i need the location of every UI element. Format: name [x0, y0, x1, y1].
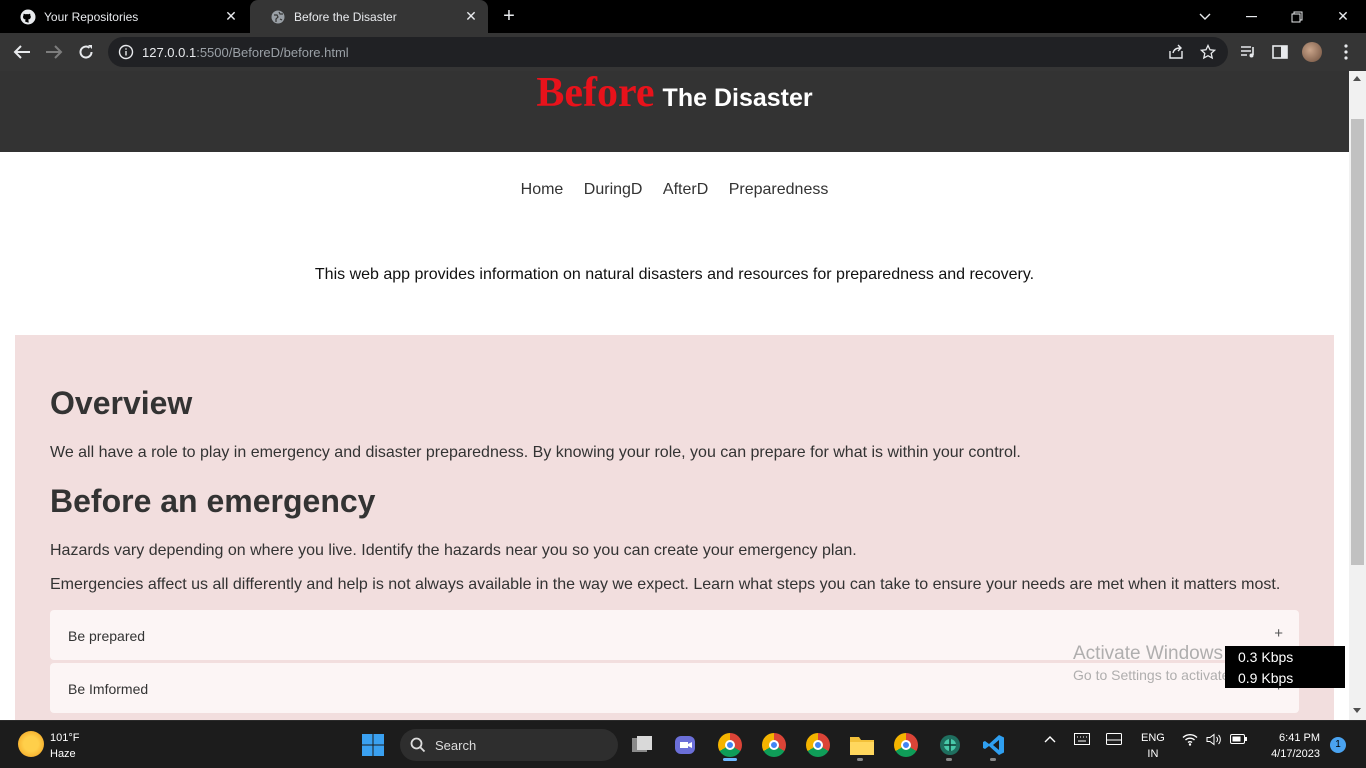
file-explorer-icon[interactable]	[846, 729, 878, 761]
running-indicator	[857, 758, 863, 761]
before-emergency-heading: Before an emergency	[50, 483, 376, 519]
address-bar[interactable]: 127.0.0.1:5500/BeforeD/before.html	[108, 37, 1228, 67]
tab-your-repositories[interactable]: Your Repositories ✕	[0, 0, 248, 33]
site-title: Before The Disaster	[0, 71, 1349, 117]
browser-toolbar: 127.0.0.1:5500/BeforeD/before.html	[0, 33, 1366, 71]
taskbar-search[interactable]: Search	[400, 729, 618, 761]
weather-condition: Haze	[50, 748, 76, 760]
close-tab-icon[interactable]: ✕	[464, 9, 478, 23]
display-icon[interactable]	[1106, 733, 1122, 748]
upload-speed: 0.3 Kbps	[1238, 649, 1294, 665]
task-view-icon[interactable]	[626, 729, 658, 761]
active-app-indicator	[723, 758, 737, 761]
reload-icon[interactable]	[74, 40, 98, 64]
media-queue-icon[interactable]	[1239, 43, 1257, 61]
share-icon[interactable]	[1168, 44, 1184, 60]
notification-badge[interactable]: 1	[1330, 737, 1346, 753]
keyboard-icon[interactable]	[1074, 733, 1090, 748]
tab-search-icon[interactable]	[1182, 0, 1228, 33]
hazards-paragraph: Hazards vary depending on where you live…	[50, 542, 857, 559]
chrome-profile-2-icon[interactable]	[758, 729, 790, 761]
nav-link-preparedness[interactable]: Preparedness	[729, 181, 829, 198]
overview-heading: Overview	[50, 385, 193, 421]
browser-tab-bar: Your Repositories ✕ Before the Disaster …	[0, 0, 1366, 33]
volume-icon[interactable]	[1206, 733, 1222, 749]
emergencies-paragraph: Emergencies affect us all differently an…	[50, 576, 1281, 593]
search-icon	[410, 737, 426, 758]
accordion-label: Be prepared	[68, 628, 146, 644]
new-tab-button[interactable]: +	[498, 5, 520, 27]
globe-icon	[270, 9, 286, 25]
profile-avatar[interactable]	[1302, 42, 1322, 62]
overview-paragraph: We all have a role to play in emergency …	[50, 444, 1021, 461]
vscode-icon[interactable]	[978, 729, 1010, 761]
tab-before-the-disaster[interactable]: Before the Disaster ✕	[250, 0, 488, 33]
page-scrollbar[interactable]	[1349, 71, 1366, 720]
main-nav: Home DuringD AfterD Preparedness	[0, 181, 1349, 199]
scroll-up-arrow-icon[interactable]	[1353, 76, 1361, 81]
nav-link-afterd[interactable]: AfterD	[663, 181, 708, 198]
restore-button[interactable]	[1274, 0, 1320, 33]
wifi-icon[interactable]	[1182, 733, 1198, 749]
close-tab-icon[interactable]: ✕	[224, 9, 238, 23]
accordion-label: Be Imformed	[68, 681, 149, 697]
chrome-profile-3-icon[interactable]	[802, 729, 834, 761]
minimize-button[interactable]	[1228, 0, 1274, 33]
chrome-profile-1-icon[interactable]	[714, 729, 746, 761]
intro-text: This web app provides information on nat…	[314, 266, 1035, 283]
expand-plus-icon[interactable]: +	[1274, 625, 1283, 642]
side-panel-icon[interactable]	[1271, 43, 1289, 61]
close-window-button[interactable]: ✕	[1320, 0, 1366, 33]
windows-taskbar: 101°F Haze Search ENG IN 6:41 PM 4/17/20…	[0, 720, 1366, 768]
running-indicator	[946, 758, 952, 761]
download-speed: 0.9 Kbps	[1238, 670, 1294, 686]
tab-title: Before the Disaster	[294, 9, 397, 24]
battery-icon[interactable]	[1230, 733, 1248, 748]
network-speed-widget: 0.3 Kbps 0.9 Kbps	[1225, 646, 1345, 688]
bookmark-star-icon[interactable]	[1199, 43, 1217, 60]
forward-arrow-icon[interactable]	[42, 40, 66, 64]
site-title-before: Before	[536, 71, 655, 116]
start-windows-icon[interactable]	[357, 729, 389, 761]
running-indicator	[990, 758, 996, 761]
language-indicator[interactable]: ENG IN	[1141, 730, 1165, 762]
menu-dots-icon[interactable]	[1337, 43, 1355, 61]
site-info-icon[interactable]	[118, 44, 134, 60]
tab-title: Your Repositories	[44, 9, 139, 24]
nav-link-home[interactable]: Home	[521, 181, 564, 198]
system-clock[interactable]: 6:41 PM 4/17/2023	[1258, 730, 1320, 762]
site-header: Before The Disaster	[0, 71, 1349, 152]
page-viewport: Before The Disaster Home DuringD AfterD P…	[0, 71, 1349, 720]
github-icon	[20, 9, 36, 25]
temperature: 101°F	[50, 732, 80, 744]
clock-time: 6:41 PM	[1279, 732, 1320, 744]
weather-widget[interactable]: 101°F Haze	[50, 730, 79, 762]
site-title-rest: The Disaster	[662, 84, 813, 112]
chrome-profile-4-icon[interactable]	[890, 729, 922, 761]
clock-date: 4/17/2023	[1271, 748, 1320, 760]
teams-chat-icon[interactable]	[669, 729, 701, 761]
scrollbar-thumb[interactable]	[1351, 119, 1364, 565]
url-text[interactable]: 127.0.0.1:5500/BeforeD/before.html	[142, 45, 349, 60]
app-globe-icon[interactable]	[934, 729, 966, 761]
nav-link-duringd[interactable]: DuringD	[584, 181, 643, 198]
search-label: Search	[435, 738, 477, 753]
tray-chevron-up-icon[interactable]	[1044, 733, 1056, 747]
weather-sun-icon[interactable]	[18, 731, 44, 757]
scroll-down-arrow-icon[interactable]	[1353, 708, 1361, 713]
back-arrow-icon[interactable]	[10, 40, 34, 64]
